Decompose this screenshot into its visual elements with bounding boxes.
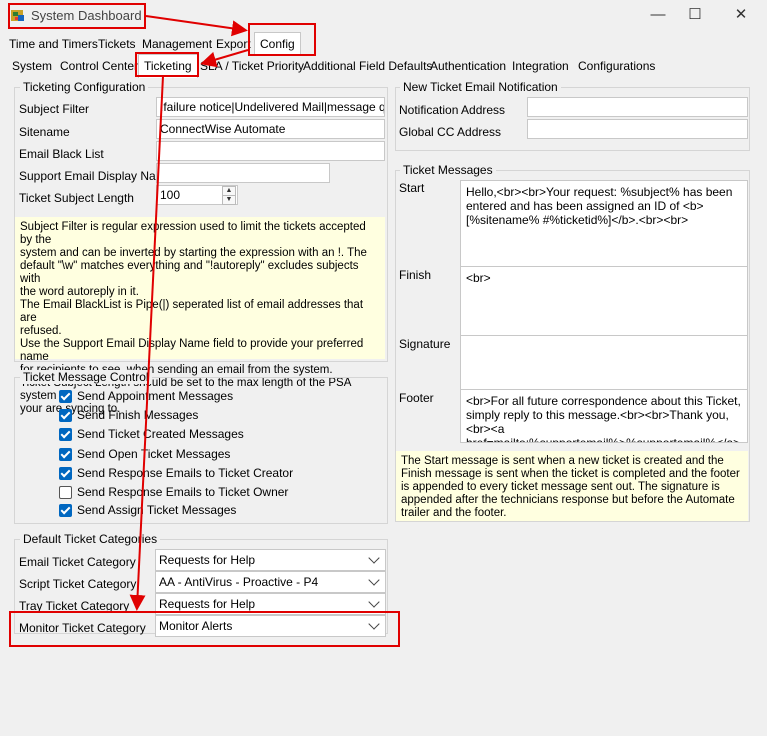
checkbox-label: Send Ticket Created Messages (77, 427, 244, 441)
checkbox-send-ticket-created[interactable] (59, 428, 72, 441)
global-cc-address-input[interactable] (527, 119, 748, 139)
checkbox-send-assign[interactable] (59, 504, 72, 517)
start-message-textarea[interactable]: Hello,<br><br>Your request: %subject% ha… (460, 180, 748, 267)
email-ticket-category-select[interactable]: Requests for Help (155, 549, 386, 571)
maximize-button[interactable]: ☐ (677, 4, 713, 28)
finish-message-label: Finish (399, 268, 432, 282)
minimize-button[interactable]: — (640, 4, 676, 28)
chevron-down-icon (368, 596, 380, 608)
main-tab-bar: Time and Timers Tickets Management Expor… (4, 32, 764, 56)
tab-integration[interactable]: Integration (507, 56, 574, 76)
selected-value: Requests for Help (159, 597, 256, 611)
email-ticket-category-label: Email Ticket Category (19, 555, 136, 569)
close-icon: ✕ (734, 6, 748, 23)
tab-management[interactable]: Management (137, 34, 217, 54)
ticket-messages-help-note: The Start message is sent when a new tic… (396, 451, 748, 521)
checkbox-response-owner[interactable] (59, 486, 72, 499)
notification-address-input[interactable] (527, 97, 748, 117)
minimize-icon: — (650, 6, 666, 23)
email-blacklist-label: Email Black List (19, 147, 104, 161)
start-message-label: Start (399, 181, 425, 195)
close-button[interactable]: ✕ (723, 4, 759, 28)
signature-textarea[interactable] (460, 335, 748, 390)
footer-textarea[interactable]: <br>For all future correspondence about … (460, 389, 748, 443)
support-email-display-name-input[interactable] (156, 163, 330, 183)
email-blacklist-input[interactable] (156, 141, 385, 161)
tab-additional-field-defaults[interactable]: Additional Field Defaults (298, 56, 437, 76)
tab-authentication[interactable]: Authentication (425, 56, 511, 76)
new-ticket-email-notification-title: New Ticket Email Notification (400, 80, 561, 94)
checkbox-send-open-ticket[interactable] (59, 448, 72, 461)
checkbox-label: Send Response Emails to Ticket Creator (77, 466, 294, 480)
ticket-message-control-title: Ticket Message Control (20, 370, 152, 384)
checkbox-label: Send Assign Ticket Messages (77, 503, 237, 517)
config-highlight-box (248, 23, 316, 56)
checkbox-label: Send Appointment Messages (77, 389, 234, 403)
selected-value: AA - AntiVirus - Proactive - P4 (159, 575, 319, 589)
checkbox-row[interactable]: Send Appointment Messages (59, 389, 379, 409)
global-cc-address-label: Global CC Address (399, 125, 502, 139)
default-ticket-categories-title: Default Ticket Categories (20, 532, 161, 546)
title-highlight-box (8, 3, 146, 29)
ticketing-help-note: Subject Filter is regular expression use… (15, 217, 385, 415)
tab-configurations[interactable]: Configurations (573, 56, 660, 76)
checkbox-row[interactable]: Send Assign Ticket Messages (59, 503, 379, 523)
checkbox-row[interactable]: Send Response Emails to Ticket Creator (59, 466, 379, 486)
selected-value: Requests for Help (159, 553, 256, 567)
spin-down-icon[interactable]: ▼ (222, 195, 236, 205)
sitename-label: Sitename (19, 125, 70, 139)
checkbox-row[interactable]: Send Ticket Created Messages (59, 427, 379, 447)
maximize-icon: ☐ (688, 6, 702, 23)
monitor-category-highlight-box (9, 611, 400, 647)
ticketing-configuration-title: Ticketing Configuration (20, 80, 149, 94)
chevron-down-icon (368, 574, 380, 586)
tab-sla-ticket-priority[interactable]: SLA / Ticket Priority (195, 56, 309, 76)
support-email-display-name-label: Support Email Display Name (19, 169, 173, 183)
checkbox-row[interactable]: Send Open Ticket Messages (59, 447, 379, 467)
ticket-messages-title: Ticket Messages (400, 163, 496, 177)
signature-label: Signature (399, 337, 451, 351)
ticket-subject-length-label: Ticket Subject Length (19, 191, 134, 205)
checkbox-row[interactable]: Send Finish Messages (59, 408, 379, 428)
tab-time-and-timers[interactable]: Time and Timers (4, 34, 103, 54)
script-ticket-category-select[interactable]: AA - AntiVirus - Proactive - P4 (155, 571, 386, 593)
script-ticket-category-label: Script Ticket Category (19, 577, 137, 591)
checkbox-label: Send Response Emails to Ticket Owner (77, 485, 289, 499)
checkbox-response-creator[interactable] (59, 467, 72, 480)
checkbox-send-appointment[interactable] (59, 390, 72, 403)
notification-address-label: Notification Address (399, 103, 506, 117)
tab-control-center[interactable]: Control Center (55, 56, 143, 76)
checkbox-send-finish[interactable] (59, 409, 72, 422)
tab-tickets[interactable]: Tickets (93, 34, 141, 54)
subject-filter-label: Subject Filter (19, 102, 90, 116)
checkbox-row[interactable]: Send Response Emails to Ticket Owner (59, 485, 379, 505)
sitename-input[interactable]: ConnectWise Automate (156, 119, 385, 139)
subject-filter-input[interactable]: !failure notice|Undelivered Mail|message… (156, 97, 385, 117)
checkbox-label: Send Finish Messages (77, 408, 199, 422)
sub-tab-bar: System Control Center Ticketing SLA / Ti… (4, 54, 764, 78)
tab-system[interactable]: System (7, 56, 57, 76)
ticketing-highlight-box (135, 52, 199, 77)
checkbox-label: Send Open Ticket Messages (77, 447, 231, 461)
footer-label: Footer (399, 391, 434, 405)
chevron-down-icon (368, 552, 380, 564)
finish-message-textarea[interactable]: <br> (460, 266, 748, 336)
